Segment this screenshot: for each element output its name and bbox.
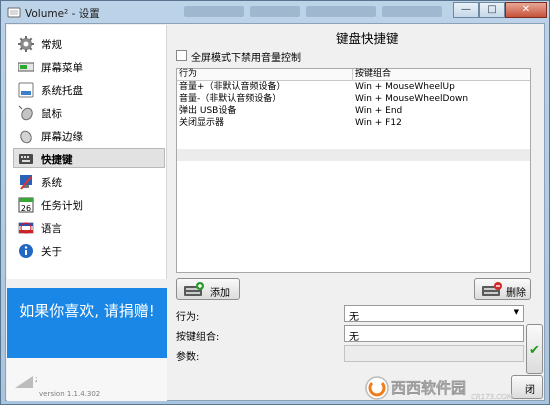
- close-window-button[interactable]: ✕: [505, 2, 547, 18]
- sidebar-item-about[interactable]: 关于: [13, 240, 165, 260]
- action-label: 行为:: [176, 312, 200, 323]
- sidebar-item-general[interactable]: 常规: [13, 33, 165, 53]
- screen-menu-icon: [18, 62, 34, 72]
- cell-action: 弹出 USB设备: [179, 106, 237, 116]
- sidebar-item-label: 系统托盘: [41, 85, 83, 97]
- action-select-value: 无: [349, 312, 359, 323]
- sidebar-item-label: 快捷键: [41, 154, 73, 166]
- key-combo-field[interactable]: 无: [344, 325, 524, 343]
- cell-action: 音量-（非默认音频设备）: [179, 94, 282, 104]
- params-label: 参数:: [176, 352, 200, 363]
- version-area: 2 version 1.1.4.302: [7, 358, 167, 401]
- action-select[interactable]: 无 ▼: [344, 305, 524, 323]
- sidebar-item-label: 常规: [41, 39, 62, 51]
- mouse-icon: [18, 105, 33, 121]
- page-title: 键盘快捷键: [336, 31, 399, 46]
- delete-keyboard-icon: [482, 282, 502, 296]
- sidebar-item-label: 鼠标: [41, 108, 62, 120]
- cell-action: 关闭显示器: [179, 118, 225, 128]
- donate-banner[interactable]: 如果你喜欢, 请捐赠!: [7, 288, 167, 358]
- table-row[interactable]: 关闭显示器 Win + F12: [177, 118, 530, 129]
- checkmark-icon: ✔: [529, 343, 540, 358]
- system-icon: [20, 175, 32, 190]
- system-tray-icon: [18, 82, 34, 98]
- column-divider[interactable]: [352, 69, 353, 81]
- fullscreen-disable-checkbox[interactable]: [176, 50, 187, 61]
- sidebar-item-screen-menu[interactable]: 屏幕菜单: [13, 56, 165, 76]
- info-icon: [19, 244, 33, 258]
- cell-action: 音量+（非默认音频设备）: [179, 82, 286, 92]
- volume-logo-icon: 2: [15, 376, 37, 388]
- delete-hotkey-button[interactable]: 删除: [474, 278, 531, 300]
- sidebar: 常规 屏幕菜单 系统托盘 鼠标 屏幕边缘 快捷键 系统 26 任务计划 语言 关…: [7, 25, 167, 279]
- window-title: Volume² - 设置: [25, 8, 100, 20]
- watermark-text: 西西软件园: [391, 379, 466, 397]
- settings-window: Volume² - 设置 — □ ✕ 常规 屏幕菜单 系统托盘 鼠标 屏幕边缘 …: [0, 0, 550, 405]
- keyboard-icon: [19, 154, 33, 164]
- volume-logo-number: 2: [35, 377, 37, 384]
- chevron-down-icon: ▼: [513, 308, 519, 316]
- watermark-logo: 西西软件园 CR173.COM: [365, 376, 513, 401]
- fullscreen-disable-label: 全屏模式下禁用音量控制: [191, 53, 301, 64]
- hotkey-table[interactable]: 行为 按键组合 音量+（非默认音频设备） Win + MouseWheelUp …: [176, 68, 531, 273]
- language-flag-icon: [18, 222, 34, 234]
- params-field[interactable]: [344, 345, 524, 362]
- calendar-icon: 26: [18, 197, 34, 213]
- add-keyboard-icon: [184, 282, 204, 296]
- add-hotkey-label: 添加: [210, 288, 230, 299]
- client-area: 常规 屏幕菜单 系统托盘 鼠标 屏幕边缘 快捷键 系统 26 任务计划 语言 关…: [5, 23, 545, 401]
- sidebar-item-system-tray[interactable]: 系统托盘: [13, 79, 165, 99]
- maximize-button[interactable]: □: [479, 2, 505, 18]
- gear-icon: [18, 36, 34, 52]
- sidebar-item-label: 屏幕菜单: [41, 62, 83, 74]
- table-row[interactable]: 弹出 USB设备 Win + End: [177, 106, 530, 117]
- screen-edge-icon: [20, 130, 32, 144]
- minimize-button[interactable]: —: [453, 2, 479, 18]
- sidebar-item-hotkeys[interactable]: 快捷键: [13, 148, 165, 168]
- volume-app-icon: [7, 7, 21, 18]
- add-hotkey-button[interactable]: 添加: [176, 278, 240, 300]
- column-header-action[interactable]: 行为: [179, 69, 197, 80]
- table-row[interactable]: 音量+（非默认音频设备） Win + MouseWheelUp: [177, 82, 530, 93]
- watermark-domain: CR173.COM: [471, 393, 513, 401]
- sidebar-item-label: 屏幕边缘: [41, 131, 83, 143]
- delete-hotkey-label: 删除: [506, 288, 526, 299]
- table-row[interactable]: 音量-（非默认音频设备） Win + MouseWheelDown: [177, 94, 530, 105]
- table-empty-row: [177, 149, 530, 161]
- table-header: 行为 按键组合: [177, 69, 530, 81]
- cell-combo: Win + MouseWheelUp: [355, 82, 455, 92]
- sidebar-item-label: 系统: [41, 177, 62, 189]
- sidebar-item-task-schedule[interactable]: 26 任务计划: [13, 194, 165, 214]
- apply-hotkey-button[interactable]: ✔: [526, 324, 543, 374]
- cell-combo: Win + End: [355, 106, 403, 116]
- sidebar-item-label: 任务计划: [41, 200, 83, 212]
- sidebar-item-label: 语言: [41, 223, 62, 235]
- sidebar-item-language[interactable]: 语言: [13, 217, 165, 237]
- title-bar: Volume² - 设置 — □ ✕: [1, 1, 549, 23]
- svg-text:26: 26: [21, 204, 31, 213]
- version-label: version 1.1.4.302: [39, 390, 101, 398]
- key-combo-label: 按键组合:: [176, 332, 220, 343]
- sidebar-item-mouse[interactable]: 鼠标: [13, 102, 165, 122]
- column-header-combo[interactable]: 按键组合: [355, 69, 391, 80]
- sidebar-item-label: 关于: [41, 246, 62, 258]
- title-bar-background-tabs: [181, 4, 471, 19]
- sidebar-item-system[interactable]: 系统: [13, 171, 165, 191]
- cell-combo: Win + F12: [355, 118, 402, 128]
- sidebar-item-screen-edge[interactable]: 屏幕边缘: [13, 125, 165, 145]
- cell-combo: Win + MouseWheelDown: [355, 94, 469, 104]
